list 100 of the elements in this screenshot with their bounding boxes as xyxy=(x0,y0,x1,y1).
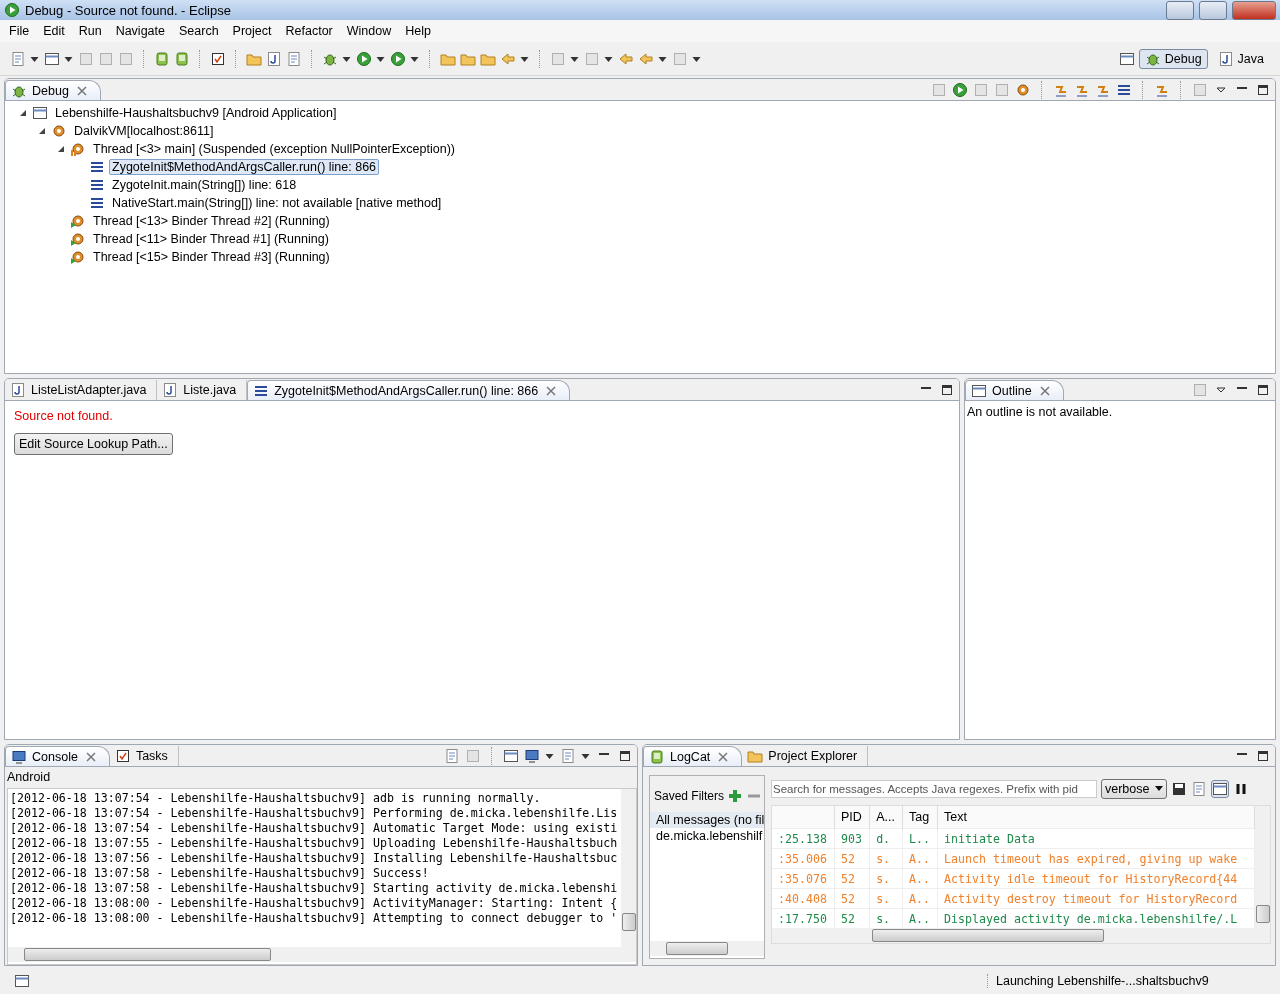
toggle-panel-icon[interactable] xyxy=(1211,780,1230,798)
console-line: [2012-06-18 13:07:58 - Lebenshilfe-Haushaltsbuchv9] Success! xyxy=(10,866,429,881)
table-cell: 52 xyxy=(834,868,870,889)
menu-item[interactable]: Search xyxy=(172,24,226,38)
menu-item[interactable]: File xyxy=(2,24,37,38)
run-icon[interactable] xyxy=(356,50,372,67)
table-cell: Activity destroy timeout for HistoryRecord xyxy=(937,888,1255,909)
table-cell: A.. xyxy=(902,888,938,909)
filter-item[interactable]: All messages (no fil xyxy=(650,812,764,828)
expand-arrow-icon[interactable] xyxy=(18,108,28,118)
table-cell: s. xyxy=(869,868,903,889)
status-message: Launching Lebenshilfe-...shaltsbuchv9 xyxy=(987,974,1266,988)
junit-icon[interactable] xyxy=(266,50,282,67)
stack-frame-icon xyxy=(89,177,105,193)
resume-icon[interactable] xyxy=(952,81,968,98)
column-header[interactable]: PID xyxy=(834,806,870,829)
column-header[interactable]: Tag xyxy=(902,806,938,829)
menu-item[interactable]: Edit xyxy=(36,24,72,38)
stack-frame-icon xyxy=(89,159,105,175)
view-tab[interactable]: ListeListAdapter.java xyxy=(5,380,158,400)
search-field[interactable]: Search for messages. Accepts Java regexes. Prefix with pid xyxy=(771,780,1097,798)
run-tool-icon[interactable] xyxy=(390,50,406,67)
column-header[interactable]: A... xyxy=(869,806,903,829)
add-icon[interactable] xyxy=(727,788,744,804)
table-cell: A.. xyxy=(902,868,938,889)
menu-item[interactable]: Navigate xyxy=(108,24,172,38)
console-name: Android xyxy=(6,769,52,786)
view-tab[interactable]: Liste.java xyxy=(157,380,248,400)
console-line: [2012-06-18 13:07:55 - Lebenshilfe-Haushaltsbuchv9] Uploading Lebenshilfe-Haushaltsbuch xyxy=(10,836,618,851)
table-cell: :35.006 xyxy=(772,848,835,869)
expand-arrow-icon[interactable] xyxy=(56,144,66,154)
table-cell: :35.076 xyxy=(772,868,835,889)
table-cell: 52 xyxy=(834,848,870,869)
tree-item[interactable]: Thread [<13> Binder Thread #2] (Running) xyxy=(90,213,333,229)
stack-frame-icon xyxy=(89,195,105,211)
menu-item[interactable]: Project xyxy=(225,24,279,38)
new-file-icon[interactable] xyxy=(286,50,302,67)
column-header[interactable]: Text xyxy=(937,806,1255,829)
view-tab[interactable]: Outline xyxy=(965,380,1064,400)
menu-item[interactable]: Help xyxy=(398,24,438,38)
perspective-button[interactable]: Debug xyxy=(1138,48,1208,69)
horizontal-scrollbar[interactable] xyxy=(8,947,636,962)
java-icon xyxy=(1217,50,1234,67)
close-button[interactable] xyxy=(1232,0,1276,20)
perspective-button[interactable]: Java xyxy=(1211,48,1270,69)
table-cell: s. xyxy=(869,888,903,909)
console-line: [2012-06-18 13:07:54 - Lebenshilfe-Haushaltsbuchv9] adb is running normally. xyxy=(10,791,541,806)
console-line: [2012-06-18 13:07:54 - Lebenshilfe-Haushaltsbuchv9] Performing de.micka.lebenshilfe.Lis xyxy=(10,806,618,821)
console-line: [2012-06-18 13:07:54 - Lebenshilfe-Haushaltsbuchv9] Automatic Target Mode: using existi xyxy=(10,821,618,836)
table-cell: initiate Data xyxy=(937,828,1255,849)
expand-arrow-icon[interactable] xyxy=(37,126,47,136)
tree-item[interactable]: ZygoteInit.main(String[]) line: 618 xyxy=(109,177,300,193)
edit-source-lookup-button[interactable]: Edit Source Lookup Path... xyxy=(14,433,173,455)
console-line: [2012-06-18 13:08:00 - Lebenshilfe-Haushaltsbuchv9] ActivityManager: Starting: Intent { xyxy=(10,896,618,911)
filter-item[interactable]: de.micka.lebenshilf xyxy=(650,828,764,844)
caret-icon xyxy=(1155,786,1164,792)
table-cell: 52 xyxy=(834,888,870,909)
view-tab[interactable]: ZygoteInit$MethodAndArgsCaller.run() line: 866 xyxy=(247,380,571,400)
tree-item[interactable]: Thread [<15> Binder Thread #3] (Running) xyxy=(90,249,333,265)
tree-item[interactable]: NativeStart.main(String[]) line: not available [native method] xyxy=(109,195,445,211)
view-tab[interactable]: Tasks xyxy=(109,746,179,766)
table-cell: :40.408 xyxy=(772,888,835,909)
console-icon xyxy=(11,748,27,765)
error-message: Source not found. xyxy=(13,408,114,425)
application-icon xyxy=(32,105,48,121)
console-line: [2012-06-18 13:07:58 - Lebenshilfe-Haushaltsbuchv9] Starting activity de.micka.lebenshi xyxy=(10,881,618,896)
minimize-button[interactable] xyxy=(1166,0,1194,20)
tasks-icon xyxy=(114,748,131,764)
table-cell: d. xyxy=(869,828,903,849)
log-level-dropdown[interactable]: verbose xyxy=(1101,779,1168,799)
view-tab[interactable]: Project Explorer xyxy=(742,746,869,766)
menu-item[interactable]: Window xyxy=(339,24,399,38)
eclipse-icon xyxy=(4,2,20,18)
display-console-icon[interactable] xyxy=(524,747,540,764)
maximize-button[interactable] xyxy=(1199,0,1227,20)
project-explorer-icon xyxy=(747,748,764,764)
java-file-icon xyxy=(10,382,26,398)
tree-item[interactable]: ZygoteInit$MethodAndArgsCaller.run() line: 866 xyxy=(109,159,380,175)
view-tab[interactable]: Console xyxy=(5,746,110,766)
view-tab[interactable]: LogCat xyxy=(643,746,743,766)
menu-item[interactable]: Refactor xyxy=(278,24,340,38)
tree-item[interactable]: Thread [<11> Binder Thread #1] (Running) xyxy=(90,231,332,247)
java-file-icon xyxy=(162,382,179,398)
console-line: [2012-06-18 13:07:56 - Lebenshilfe-Haushaltsbuchv9] Installing Lebenshilfe-Haushaltsbuc xyxy=(10,851,618,866)
tree-item[interactable]: Lebenshilfe-Haushaltsbuchv9 [Android Application] xyxy=(52,105,340,121)
checkbox-icon[interactable] xyxy=(210,50,226,67)
new-console-icon[interactable] xyxy=(560,747,576,764)
table-cell: A.. xyxy=(902,848,938,869)
vertical-scrollbar[interactable] xyxy=(621,789,636,947)
table-cell: Activity idle timeout for HistoryRecord{44 xyxy=(937,868,1255,889)
table-cell: Launch timeout has expired, giving up wake xyxy=(937,848,1255,869)
window-title: Debug - Source not found. - Eclipse xyxy=(25,2,232,18)
tree-item[interactable]: Thread [<3> main] (Suspended (exception NullPointerException)) xyxy=(90,141,458,157)
tree-item[interactable]: DalvikVM[localhost:8611] xyxy=(71,123,217,139)
table-cell: s. xyxy=(869,848,903,869)
menu-item[interactable]: Run xyxy=(71,24,109,38)
view-tab[interactable]: Debug xyxy=(5,80,101,100)
table-cell: L.. xyxy=(902,828,938,849)
saved-filters-label: Saved Filters xyxy=(654,789,725,803)
horizontal-scrollbar[interactable] xyxy=(650,941,764,956)
